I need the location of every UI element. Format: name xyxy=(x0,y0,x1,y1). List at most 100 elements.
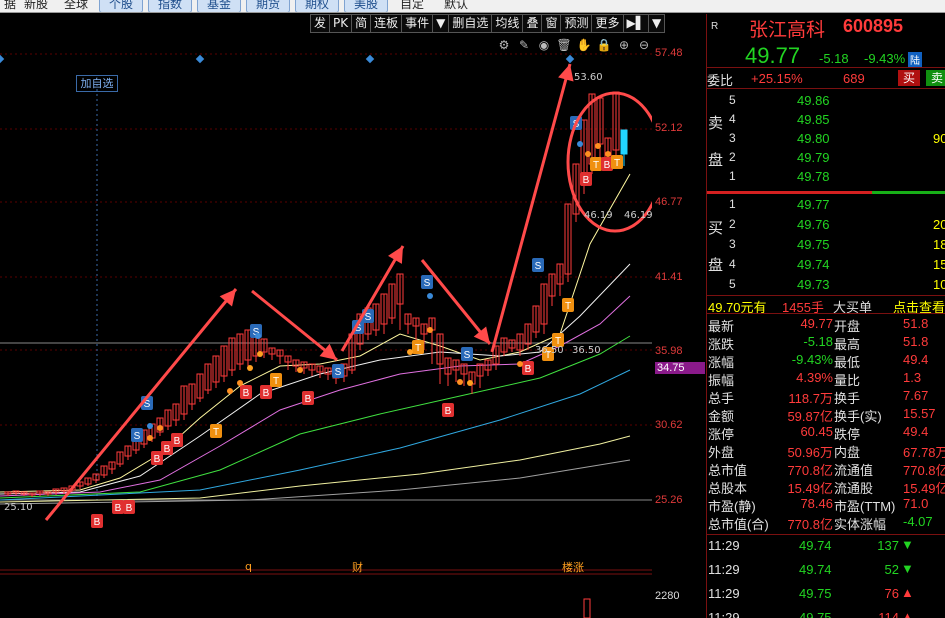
signal-dot xyxy=(147,423,153,429)
level-price: 49.86 xyxy=(797,93,830,108)
r-badge: R xyxy=(711,21,719,32)
toolbar-more-button[interactable]: 更多 xyxy=(591,14,623,33)
tab-custom[interactable]: 自定 xyxy=(396,0,428,12)
signal-marker-label: S xyxy=(134,431,141,442)
stat-value: 15.57 xyxy=(903,406,936,421)
level-price: 49.77 xyxy=(797,197,830,212)
toolbar-lianban-button[interactable]: 连板 xyxy=(370,14,402,33)
toolbar-window-button[interactable]: 窗 xyxy=(541,14,561,33)
toolbar-dropdown-button[interactable]: ▼ xyxy=(647,14,666,33)
stat-value: 71.0 xyxy=(903,496,929,511)
stat-value: 78.46 xyxy=(800,496,833,511)
stat-key: 市盈(TTM) xyxy=(834,499,896,514)
toolbar-overlay-button[interactable]: 叠 xyxy=(522,14,542,33)
stat-value: -4.07 xyxy=(903,514,933,529)
tick-time: 11:29 xyxy=(708,610,740,618)
signal-marker-label: S xyxy=(464,350,471,361)
stat-value: 770.8亿 xyxy=(787,517,833,532)
trend-arrow-head xyxy=(558,64,574,82)
top-tab-strip: 据 新股 全球 个股 指数 基金 期货 期权 美股 自定 默认 xyxy=(0,0,945,13)
tab-us-stock[interactable]: 美股 xyxy=(344,0,388,12)
sell-level-row[interactable]: 2 49.79 xyxy=(707,149,945,168)
stat-key: 涨幅 xyxy=(708,355,735,370)
buy-button[interactable]: 买 xyxy=(898,70,920,86)
arrow-down-icon: ▼ xyxy=(901,561,914,576)
tick-time: 11:29 xyxy=(708,586,740,601)
signal-dot xyxy=(605,151,611,157)
stats-row: 市盈(静) 78.46 市盈(TTM) 71.0 xyxy=(707,496,945,514)
signal-dot xyxy=(517,361,523,367)
buy-level-row[interactable]: 3 49.75 18 xyxy=(707,236,945,255)
chart-gridlines xyxy=(0,53,652,575)
tab-global[interactable]: 全球 xyxy=(60,0,92,12)
signal-dot xyxy=(427,293,433,299)
stat-key: 市盈(静) xyxy=(708,499,756,514)
stat-value: 15.49亿 xyxy=(787,481,833,496)
sell-level-row[interactable]: 4 49.85 xyxy=(707,111,945,130)
signal-marker-label: B xyxy=(243,388,250,399)
signal-dot xyxy=(297,367,303,373)
stat-key: 总手 xyxy=(708,391,735,406)
level-volume: 20 xyxy=(933,217,945,232)
axis-event-label: 楼涨 xyxy=(562,561,584,574)
tick-volume: 114 xyxy=(878,610,899,618)
toolbar-remove-watch-button[interactable]: 删自选 xyxy=(448,14,492,33)
volume-bar xyxy=(583,598,591,618)
tab-new-stock[interactable]: 新股 xyxy=(20,0,52,12)
sell-button[interactable]: 卖 xyxy=(926,70,945,86)
mid-price-label: 46.19 xyxy=(584,210,613,221)
stat-key: 跌停 xyxy=(834,427,861,442)
signal-marker-label: B xyxy=(305,394,312,405)
signal-dot xyxy=(255,333,261,339)
stat-key: 外盘 xyxy=(708,445,735,460)
stat-value: 770.8亿 xyxy=(787,463,833,478)
signal-dot xyxy=(585,151,591,157)
tab-index[interactable]: 指数 xyxy=(148,0,192,12)
axis-event-label: q xyxy=(245,560,252,573)
stat-value: 49.77 xyxy=(800,316,833,331)
signal-marker-label: B xyxy=(94,517,101,528)
stats-row: 总股本 15.49亿 流通股 15.49亿 xyxy=(707,478,945,496)
toolbar-fa-button[interactable]: 发 xyxy=(310,14,330,33)
tab-data[interactable]: 据 xyxy=(0,0,20,12)
level-price: 49.79 xyxy=(797,150,830,165)
stat-key: 流通值 xyxy=(834,463,874,478)
tick-volume: 76 xyxy=(884,586,899,601)
tab-futures[interactable]: 期货 xyxy=(246,0,290,12)
toolbar-pk-button[interactable]: PK xyxy=(329,14,352,33)
toolbar-event-button[interactable]: 事件 xyxy=(401,14,433,33)
sell-level-row[interactable]: 5 49.86 xyxy=(707,92,945,111)
buy-level-row[interactable]: 1 49.77 xyxy=(707,196,945,215)
tab-options[interactable]: 期权 xyxy=(295,0,339,12)
signal-dot xyxy=(457,379,463,385)
level-number: 2 xyxy=(729,150,736,164)
price-label: 41.41 xyxy=(655,271,683,283)
current-price-tag: 34.75 xyxy=(655,362,705,374)
level-number: 5 xyxy=(729,93,736,107)
sell-level-row[interactable]: 3 49.80 90 xyxy=(707,130,945,149)
toolbar-ma-button[interactable]: 均线 xyxy=(491,14,523,33)
toolbar-panel-toggle-button[interactable]: ▶▌ xyxy=(622,14,648,33)
toolbar-event-dropdown[interactable]: ▼ xyxy=(432,14,449,33)
stat-value: 60.45 xyxy=(800,424,833,439)
tab-default[interactable]: 默认 xyxy=(440,0,472,12)
sell-level-row[interactable]: 1 49.78 xyxy=(707,168,945,187)
buy-level-row[interactable]: 4 49.74 15 xyxy=(707,256,945,275)
stat-value: 15.49亿 xyxy=(903,481,945,496)
kline-chart[interactable]: BB BSSBBBTSB BTBSSSSTBSBTTSTSBT B T xyxy=(0,34,652,618)
stat-key: 实体涨幅 xyxy=(834,517,887,532)
buy-level-row[interactable]: 2 49.76 20 xyxy=(707,216,945,235)
arrow-up-icon: ▲ xyxy=(901,609,914,618)
buy-level-row[interactable]: 5 49.73 108 xyxy=(707,276,945,295)
toolbar-simple-button[interactable]: 简 xyxy=(351,14,371,33)
price-label: 46.77 xyxy=(655,196,683,208)
stat-key: 最低 xyxy=(834,355,861,370)
stat-key: 流通股 xyxy=(834,481,874,496)
price-label: 25.26 xyxy=(655,494,683,506)
tab-individual-stock[interactable]: 个股 xyxy=(99,0,143,12)
toolbar-forecast-button[interactable]: 预测 xyxy=(560,14,592,33)
tab-fund[interactable]: 基金 xyxy=(197,0,241,12)
add-watchlist-button[interactable]: 加自选 xyxy=(76,75,118,92)
tick-time: 11:29 xyxy=(708,562,740,577)
stock-terminal-window: { "tabs":{"t0":"据","t1":"新股","t2":"全球","… xyxy=(0,0,945,618)
